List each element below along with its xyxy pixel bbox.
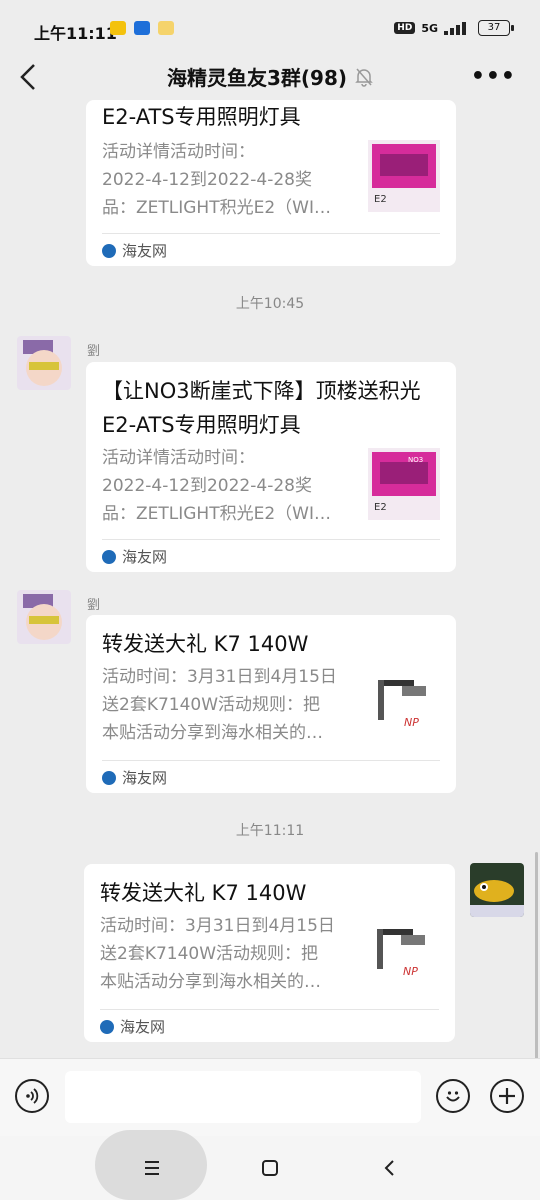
card-thumbnail: NO3 E2 <box>368 448 440 520</box>
plus-icon[interactable] <box>490 1079 524 1113</box>
card-title: 【让NO3断崖式下降】顶楼送积光 <box>102 379 421 403</box>
source-icon <box>102 549 116 564</box>
back-icon[interactable] <box>378 1156 402 1180</box>
card-source: 海友网 <box>120 1018 166 1036</box>
home-icon[interactable] <box>258 1156 282 1180</box>
card-source: 海友网 <box>122 548 168 566</box>
svg-text:E2: E2 <box>374 502 387 513</box>
hd-icon: HD <box>394 22 416 34</box>
system-nav-bar <box>0 1130 540 1200</box>
battery-icon: 37 <box>478 20 514 36</box>
sender-name: 劉 <box>87 344 101 359</box>
app-notification-icon-2 <box>158 21 174 35</box>
svg-text:NP: NP <box>403 965 418 978</box>
card-thumbnail: NP <box>368 670 440 742</box>
link-card-1[interactable]: E2-ATS专用照明灯具 活动详情活动时间： 2022-4-12到2022-4-… <box>86 100 456 266</box>
voice-icon[interactable] <box>15 1079 49 1113</box>
link-card-4[interactable]: 转发送大礼 K7 140W 活动时间：3月31日到4月15日 送2套K7140W… <box>84 864 455 1042</box>
chat-header: 海精灵鱼友3群(98) ••• <box>0 58 540 100</box>
chat-title[interactable]: 海精灵鱼友3群(98) <box>167 62 347 91</box>
scrollbar[interactable] <box>535 852 538 1062</box>
more-dots-icon[interactable]: ••• <box>471 64 516 89</box>
message-input[interactable] <box>65 1071 421 1123</box>
bell-muted-icon <box>355 68 373 87</box>
sender-name: 劉 <box>87 598 101 613</box>
network-label: 5G <box>421 21 438 35</box>
avatar-self[interactable] <box>470 863 524 917</box>
status-time: 上午11:11 <box>34 24 117 43</box>
link-card-2[interactable]: 【让NO3断崖式下降】顶楼送积光 E2-ATS专用照明灯具 活动详情活动时间： … <box>86 362 456 572</box>
status-bar: 上午11:11 HD 5G 37 <box>0 0 540 58</box>
card-thumbnail: E2 <box>368 140 440 212</box>
avatar[interactable] <box>17 590 71 644</box>
svg-text:NP: NP <box>404 716 419 729</box>
card-title-line2: E2-ATS专用照明灯具 <box>102 413 301 437</box>
svg-text:NO3: NO3 <box>408 456 423 464</box>
source-icon <box>100 1019 114 1034</box>
notification-icon <box>110 21 126 35</box>
card-source: 海友网 <box>122 242 168 260</box>
app-notification-icon <box>134 21 150 35</box>
card-title: 转发送大礼 K7 140W <box>100 881 307 905</box>
link-card-3[interactable]: 转发送大礼 K7 140W 活动时间：3月31日到4月15日 送2套K7140W… <box>86 615 456 793</box>
menu-icon[interactable] <box>140 1156 164 1180</box>
card-source: 海友网 <box>122 769 168 787</box>
card-title: 转发送大礼 K7 140W <box>102 632 309 656</box>
input-bar <box>0 1058 540 1137</box>
timestamp: 上午11:11 <box>235 823 305 839</box>
source-icon <box>102 243 116 258</box>
card-title: E2-ATS专用照明灯具 <box>102 105 301 129</box>
timestamp: 上午10:45 <box>235 296 305 312</box>
source-icon <box>102 770 116 785</box>
card-thumbnail: NP <box>367 919 439 991</box>
avatar[interactable] <box>17 336 71 390</box>
signal-icon <box>444 22 466 35</box>
emoji-icon[interactable] <box>436 1079 470 1113</box>
svg-text:E2: E2 <box>374 194 387 205</box>
